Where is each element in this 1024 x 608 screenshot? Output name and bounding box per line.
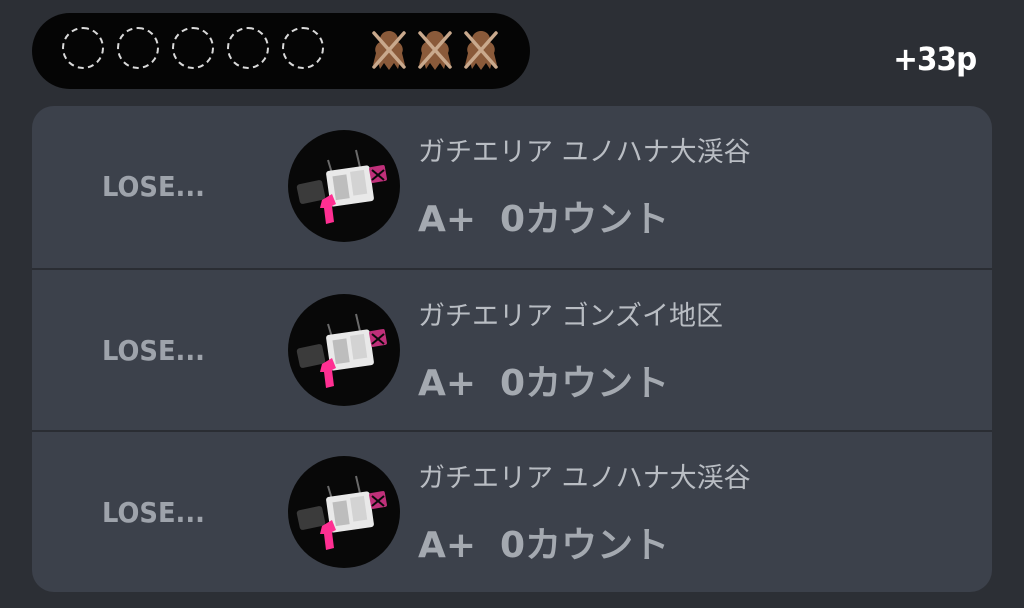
rank-and-count: A+ 0カウント [418,516,669,568]
crossed-splat-icon [464,31,498,70]
points-gained: +33p [892,40,977,78]
stage-name: ガチエリア ユノハナ大渓谷 [418,137,751,168]
rank: A+ [418,525,477,566]
match-row[interactable]: LOSE... ガチエリア ゴンズイ地区 A+ 0カウント [32,268,992,430]
crossed-splat-icon [372,31,406,70]
match-row[interactable]: LOSE... ガチエリア ユノハナ大渓谷 A+ 0カウント [32,430,992,592]
empty-win-slot-icon [227,27,269,69]
rank: A+ [418,363,477,404]
rank-and-count: A+ 0カウント [418,190,669,242]
stage-name: ガチエリア ユノハナ大渓谷 [418,463,751,494]
rank: A+ [418,199,477,240]
empty-win-slot-icon [282,27,324,69]
win-slots [62,27,324,69]
match-result: LOSE... [102,496,205,529]
match-result: LOSE... [102,170,205,203]
crossed-splat-icon [418,31,452,70]
match-history-list: LOSE... ガチエリア ユノハナ大渓谷 A+ 0カウント LOSE... ガ… [32,106,992,592]
stage-name: ガチエリア ゴンズイ地区 [418,301,724,332]
rank-and-count: A+ 0カウント [418,354,669,406]
results-screen: +33p LOSE... ガチエリア ユノハナ大渓谷 A+ 0カウント LOSE… [0,0,1024,608]
count: 0カウント [500,525,670,566]
splat-zones-mode-icon [288,456,400,568]
match-result: LOSE... [102,334,205,367]
empty-win-slot-icon [172,27,214,69]
loss-marks [368,25,502,73]
splat-zones-mode-icon [288,130,400,242]
count: 0カウント [500,363,670,404]
count: 0カウント [500,199,670,240]
match-row[interactable]: LOSE... ガチエリア ユノハナ大渓谷 A+ 0カウント [32,106,992,268]
empty-win-slot-icon [62,27,104,69]
win-loss-tracker [32,13,530,89]
empty-win-slot-icon [117,27,159,69]
splat-zones-mode-icon [288,294,400,406]
